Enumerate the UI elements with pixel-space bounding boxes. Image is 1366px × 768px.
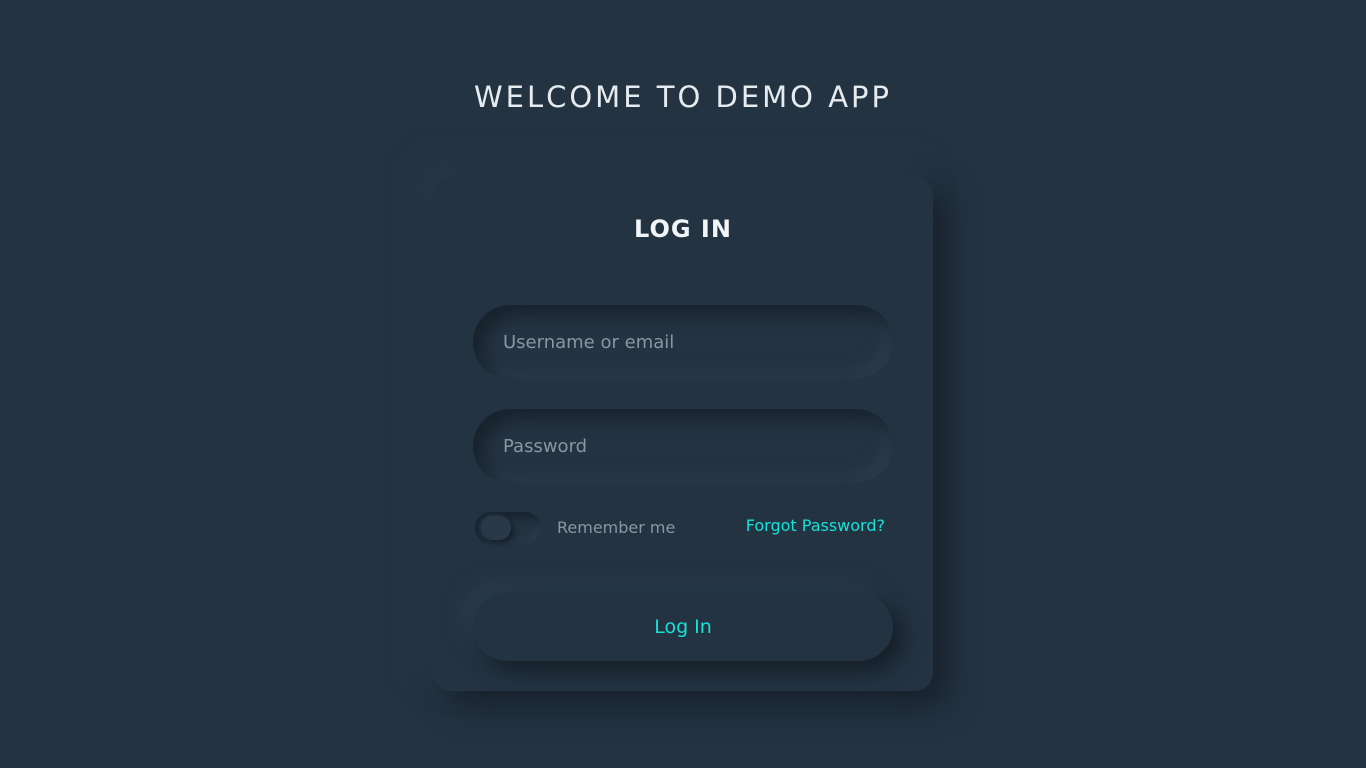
- password-field-wrapper: [473, 409, 893, 483]
- password-input[interactable]: [473, 409, 893, 483]
- username-field-wrapper: [473, 305, 893, 379]
- login-title: LOG IN: [634, 215, 732, 243]
- username-input[interactable]: [473, 305, 893, 379]
- app-title: WELCOME TO DEMO APP: [473, 80, 893, 114]
- login-options-row: Remember me Forgot Password?: [473, 509, 893, 545]
- remember-me-toggle[interactable]: [475, 512, 541, 544]
- login-button[interactable]: Log In: [473, 593, 893, 661]
- remember-me-label: Remember me: [557, 518, 676, 537]
- forgot-password-link[interactable]: Forgot Password?: [746, 516, 885, 535]
- login-card: LOG IN Remember me Forgot Password? Log …: [433, 177, 933, 691]
- toggle-knob: [481, 516, 511, 540]
